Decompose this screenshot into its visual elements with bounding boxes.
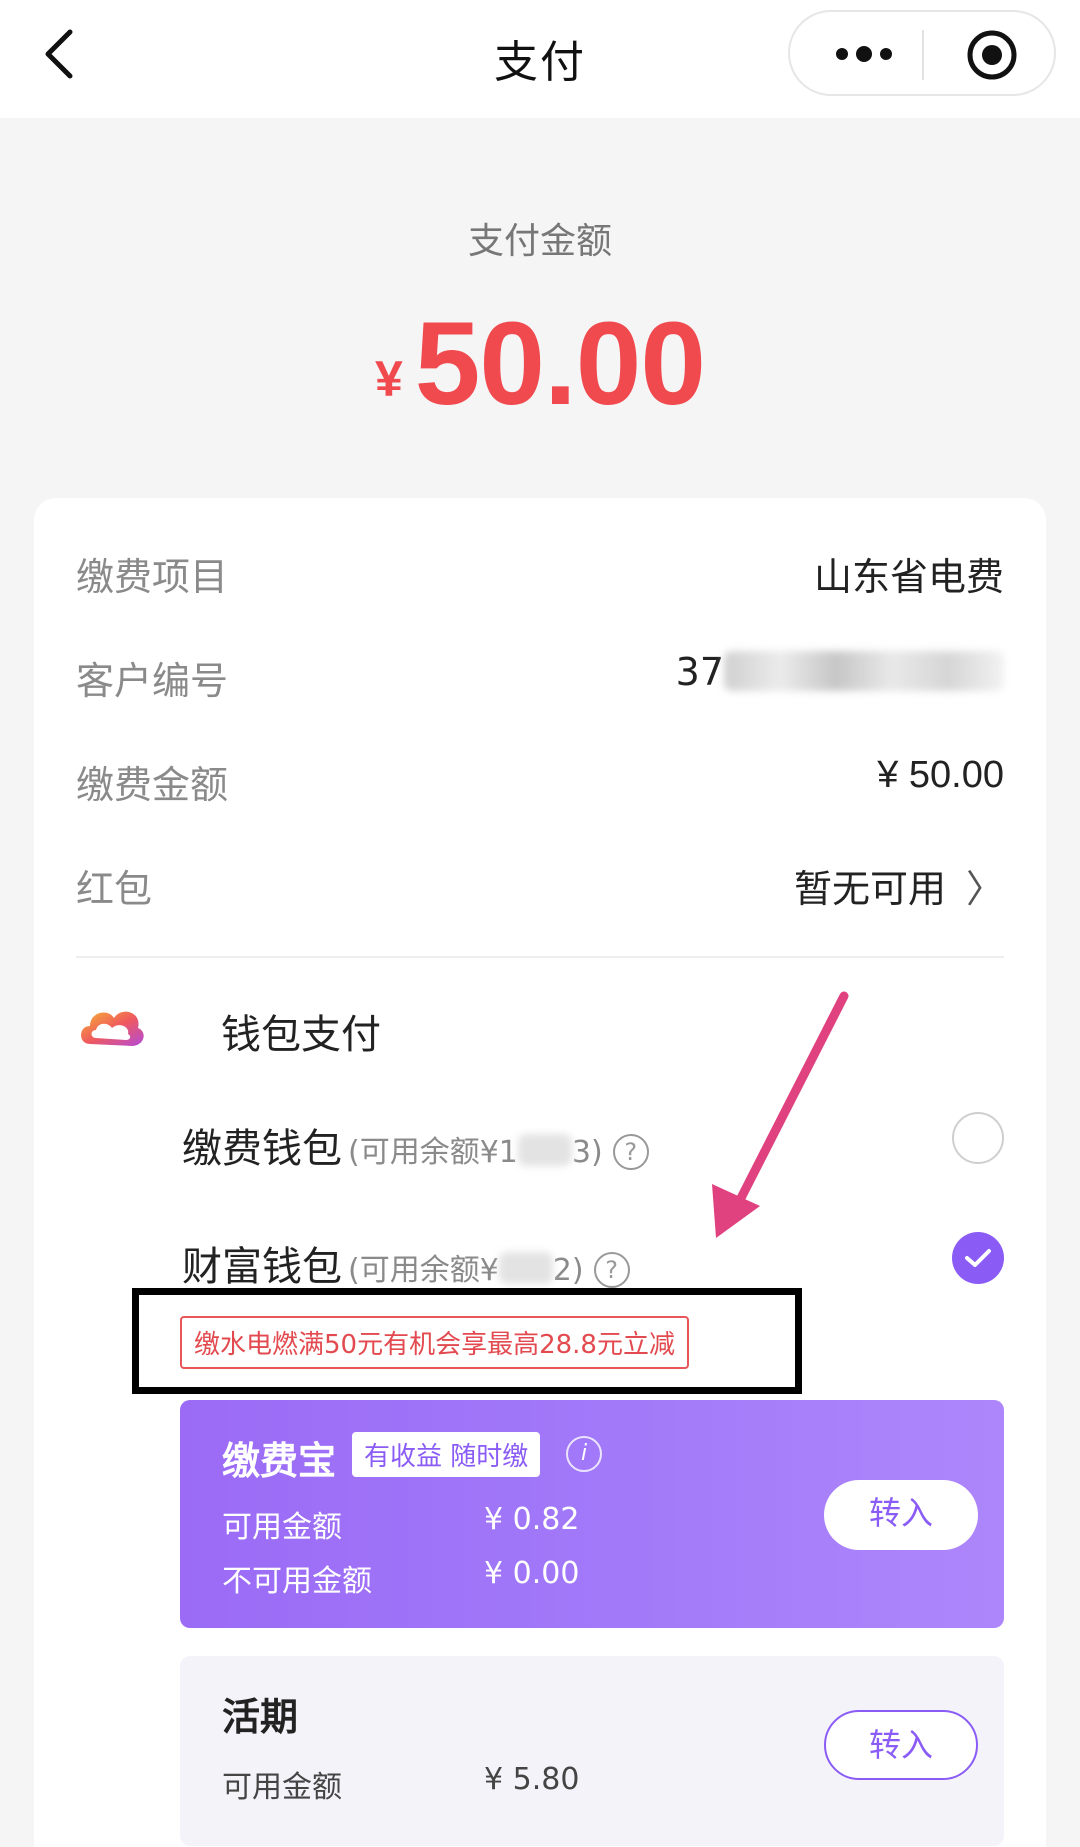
transfer-in-button[interactable]: 转入 xyxy=(824,1710,978,1780)
detail-row-red-packet[interactable]: 红包 暂无可用〉 xyxy=(76,858,1004,914)
detail-value: ¥ 50.00 xyxy=(877,754,1004,796)
detail-value: 山东省电费 xyxy=(813,555,1004,599)
balance-prefix: (可用余额¥ xyxy=(348,1253,499,1288)
detail-key: 客户编号 xyxy=(76,659,229,703)
wallet-option-fee[interactable]: 缴费钱包 (可用余额¥1 3)? xyxy=(182,1116,649,1176)
detail-row-fee-amount: 缴费金额 ¥ 50.00 xyxy=(76,754,1004,810)
product-title: 活期 xyxy=(222,1695,299,1739)
option-balance: (可用余额¥1 3) xyxy=(348,1134,603,1170)
product-card-jiaofeibao: 缴费宝 有收益 随时缴 i 可用金额 ¥ 0.82 不可用金额 ¥ 0.00 转… xyxy=(180,1400,1004,1628)
amount-value: 50.00 xyxy=(414,298,706,430)
capsule-divider xyxy=(922,30,924,80)
redacted-blur xyxy=(724,651,1004,691)
wallet-cloud-logo-icon xyxy=(81,1011,144,1046)
detail-row-customer-id: 客户编号 37 xyxy=(76,650,1004,706)
line-value: ¥ 5.80 xyxy=(484,1762,580,1797)
payment-amount-label: 支付金额 xyxy=(467,221,612,262)
product-title: 缴费宝 xyxy=(222,1439,337,1483)
chevron-right-icon: 〉 xyxy=(965,867,1004,911)
detail-key: 缴费金额 xyxy=(76,763,229,807)
radio-wealth-wallet-checked[interactable] xyxy=(952,1232,1004,1284)
line-value: ¥ 0.00 xyxy=(484,1556,580,1591)
detail-key: 红包 xyxy=(76,867,153,911)
info-icon[interactable]: i xyxy=(566,1436,602,1472)
product-tag: 有收益 随时缴 xyxy=(352,1432,541,1477)
check-icon xyxy=(965,1249,991,1267)
option-name: 缴费钱包 xyxy=(182,1126,342,1172)
product-card-demand: 活期 可用金额 ¥ 5.80 转入 xyxy=(180,1656,1004,1846)
line-label: 可用金额 xyxy=(222,1510,342,1545)
help-question-icon[interactable]: ? xyxy=(612,1134,649,1170)
redacted-blur xyxy=(517,1134,572,1166)
detail-value-masked: 37 xyxy=(676,650,1004,694)
detail-key: 缴费项目 xyxy=(76,555,229,599)
product-line: 可用金额 ¥ 5.80 xyxy=(222,1762,579,1806)
line-label: 不可用金额 xyxy=(222,1564,372,1599)
balance-suffix: 3) xyxy=(571,1135,603,1170)
redacted-blur xyxy=(498,1252,553,1284)
wallet-title: 钱包支付 xyxy=(221,1012,381,1058)
payment-card: 缴费项目 山东省电费 客户编号 37 缴费金额 ¥ 50.00 红包 暂无可用〉… xyxy=(34,498,1046,1847)
red-packet-status: 暂无可用 xyxy=(793,867,946,911)
option-balance: (可用余额¥ 2) xyxy=(348,1252,584,1288)
wallet-option-wealth[interactable]: 财富钱包 (可用余额¥ 2)? xyxy=(182,1234,630,1294)
nav-bar: 支付 xyxy=(0,0,1080,118)
detail-row-item: 缴费项目 山东省电费 xyxy=(76,546,1004,602)
product-line: 可用金额 ¥ 0.82 xyxy=(222,1502,579,1546)
detail-value: 暂无可用〉 xyxy=(794,858,1004,913)
more-dots-icon[interactable] xyxy=(828,30,900,78)
target-icon[interactable] xyxy=(965,28,1019,82)
product-line: 不可用金额 ¥ 0.00 xyxy=(222,1556,579,1600)
help-question-icon[interactable]: ? xyxy=(593,1252,630,1288)
customer-id-prefix: 37 xyxy=(675,650,724,694)
currency-symbol: ¥ xyxy=(374,351,403,407)
promo-badge: 缴水电燃满50元有机会享最高28.8元立减 xyxy=(180,1316,689,1369)
section-divider xyxy=(76,956,1004,958)
option-name: 财富钱包 xyxy=(182,1244,342,1290)
balance-suffix: 2) xyxy=(552,1253,584,1288)
payment-amount: ¥50.00 xyxy=(0,296,1080,432)
line-label: 可用金额 xyxy=(222,1770,342,1805)
radio-fee-wallet[interactable] xyxy=(952,1112,1004,1164)
transfer-in-button[interactable]: 转入 xyxy=(824,1480,978,1550)
balance-prefix: (可用余额¥1 xyxy=(348,1135,518,1170)
mini-program-capsule xyxy=(788,10,1056,96)
line-value: ¥ 0.82 xyxy=(484,1502,580,1537)
